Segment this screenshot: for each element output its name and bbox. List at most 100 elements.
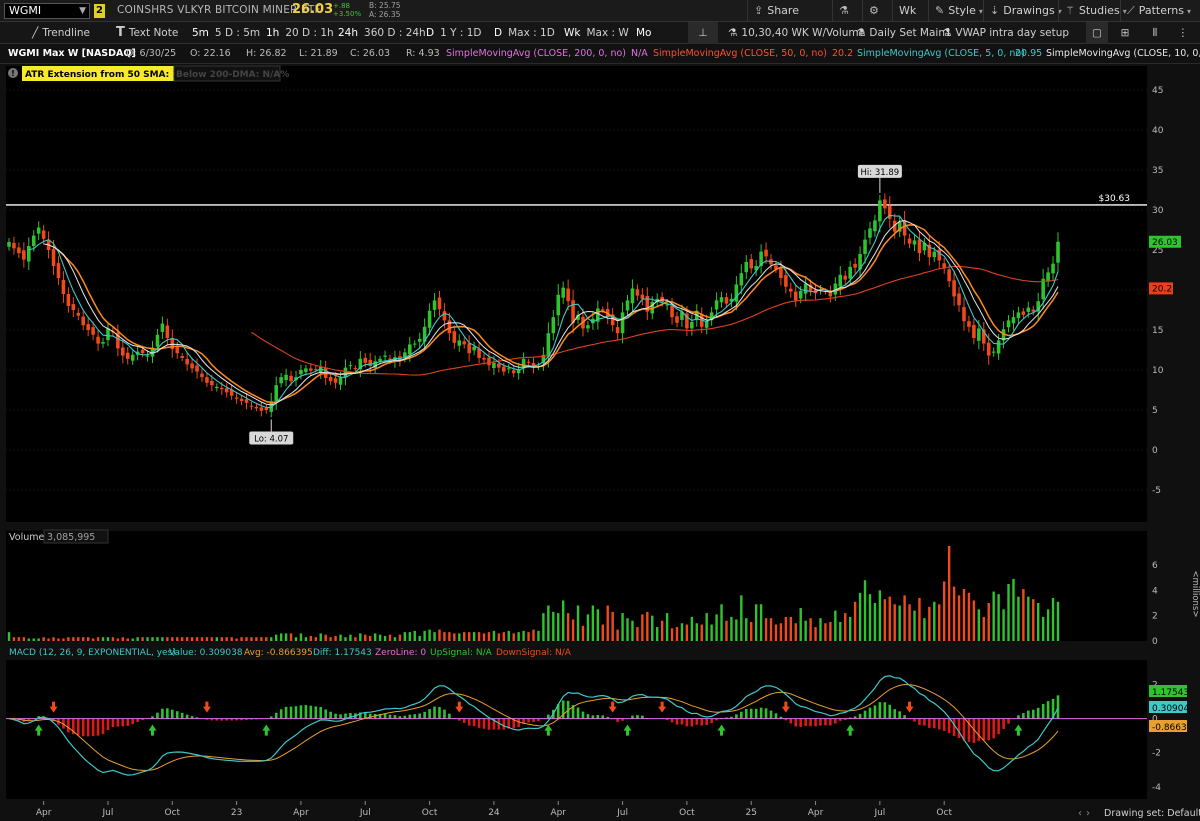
- dollar-button[interactable]: ⊥: [688, 22, 718, 44]
- settings-button[interactable]: ⚙: [862, 0, 889, 22]
- patterns-button[interactable]: ⟋ Patterns ▾: [1120, 0, 1197, 22]
- macd-hist-bar: [814, 718, 817, 727]
- aggregation-button[interactable]: Wk: [892, 0, 922, 22]
- macd-hist-bar: [932, 718, 936, 729]
- candle-body: [511, 370, 516, 374]
- candle-body: [328, 377, 333, 382]
- atr-indicator-label: ! ATR Extension from 50 SMA: 1.86 Below …: [8, 65, 289, 82]
- chart-canvas[interactable]: 454035302520151050-5 $30.63 ! ATR Extens…: [0, 64, 1200, 821]
- macd-hist-bar: [799, 718, 802, 727]
- volume-bar: [185, 637, 189, 641]
- volume-bar: [552, 611, 555, 641]
- symbol-input[interactable]: WGMI ▼: [4, 3, 90, 19]
- time-tick-label: 25: [745, 808, 756, 818]
- chevron-down-icon[interactable]: ▼: [79, 4, 86, 18]
- macd-value-tag: 0.30904: [1152, 704, 1189, 714]
- volume-unit: <millions>: [1190, 571, 1200, 618]
- price-tick-label: 40: [1152, 126, 1164, 136]
- macd-title: MACD (12, 26, 9, EXPONENTIAL, yes): [9, 648, 176, 658]
- chart-set-1[interactable]: ⚗ 10,30,40 WK W/Volume: [728, 22, 865, 44]
- candle-body: [487, 357, 491, 366]
- candle-body: [31, 235, 36, 246]
- maximize-button[interactable]: ▢: [1086, 22, 1108, 44]
- volume-bar: [1017, 596, 1020, 641]
- high-bubble-text: Hi: 31.89: [861, 168, 900, 178]
- textnote-button[interactable]: T Text Note: [116, 22, 178, 44]
- trendline-button[interactable]: ╱ Trendline: [32, 22, 90, 44]
- candle-body: [551, 317, 556, 334]
- volume-bar: [774, 624, 778, 641]
- candle-body: [793, 291, 798, 301]
- range-max-1d[interactable]: D Max : 1D: [494, 22, 555, 44]
- volume-bar: [928, 606, 931, 641]
- grid-button[interactable]: ⊞: [1114, 22, 1136, 44]
- range-5d-5m[interactable]: 5m 5 D : 5m: [192, 22, 260, 44]
- chart-set-label: VWAP intra day setup: [955, 27, 1070, 39]
- range-360d-24h[interactable]: 24h 360 D : 24h: [338, 22, 426, 44]
- macd-hist-bar: [329, 711, 332, 719]
- candle-body: [309, 368, 313, 371]
- candle-body: [967, 321, 971, 327]
- symbol-text: WGMI: [9, 4, 42, 17]
- macd-pane[interactable]: [6, 660, 1147, 799]
- link-badge[interactable]: 2: [94, 4, 105, 18]
- range-1y-1d[interactable]: D 1 Y : 1D: [426, 22, 482, 44]
- macd-hist-bar: [789, 718, 793, 724]
- volume-bar: [720, 604, 723, 641]
- volume-bar: [309, 635, 313, 641]
- range-20d-1h[interactable]: 1h 20 D : 1h: [266, 22, 334, 44]
- sma50-label[interactable]: SimpleMovingAvg (CLOSE, 50, 0, no): [653, 48, 827, 59]
- volume-bar: [967, 592, 971, 641]
- macd-hist-bar: [408, 714, 412, 719]
- more-button[interactable]: ⋮: [1172, 22, 1194, 44]
- range-agg: Mo: [636, 27, 652, 39]
- scroll-left-icon[interactable]: ‹: [1078, 808, 1082, 819]
- macd-hist-bar: [868, 707, 872, 719]
- share-button[interactable]: ⇪ Share: [747, 0, 805, 22]
- volume-bar: [57, 638, 60, 641]
- macd-hist-bar: [467, 718, 471, 726]
- sma200-label[interactable]: SimpleMovingAvg (CLOSE, 200, 0, no): [446, 48, 626, 59]
- volume-bar: [942, 581, 946, 641]
- sma5-label[interactable]: SimpleMovingAvg (CLOSE, 5, 0, no): [857, 48, 1025, 59]
- macd-tags: 1.17543 0.30904 -0.8663: [1149, 685, 1189, 733]
- flask-button[interactable]: ⚗: [832, 0, 859, 22]
- candle-body: [962, 307, 966, 322]
- volume-bar: [527, 632, 530, 641]
- volume-bar: [205, 637, 209, 641]
- volume-title: Volume: [9, 532, 44, 543]
- chart-set-2[interactable]: ⚗ Daily Set Main1: [856, 22, 952, 44]
- macd-hist-bar: [339, 714, 342, 719]
- macd-value: Value: 0.309038: [169, 648, 243, 658]
- range-mo[interactable]: Mo: [636, 22, 657, 44]
- price-tick-label: 15: [1152, 326, 1163, 336]
- brush-icon: ✎: [935, 4, 945, 17]
- chart-set-3[interactable]: ⚗ VWAP intra day setup: [942, 22, 1069, 44]
- range-max-w[interactable]: Wk Max : W: [564, 22, 629, 44]
- macd-hist-bar: [1031, 709, 1035, 719]
- macd-hist-bar: [735, 714, 738, 719]
- volume-bar: [898, 605, 901, 641]
- macd-hist-bar: [947, 718, 951, 734]
- columns-button[interactable]: ⫴: [1144, 22, 1166, 44]
- macd-diff-tag: 1.17543: [1152, 688, 1189, 698]
- candle-body: [724, 297, 729, 304]
- volume-bar: [626, 618, 629, 641]
- drawings-button[interactable]: ⇣ Drawings ▾: [983, 0, 1068, 22]
- volume-bar: [730, 616, 733, 641]
- style-button[interactable]: ✎ Style ▾: [928, 0, 989, 22]
- scroll-right-icon[interactable]: ›: [1086, 808, 1090, 819]
- volume-bar: [848, 616, 852, 641]
- volume-bar: [695, 623, 698, 641]
- volume-pane[interactable]: [6, 531, 1147, 641]
- price-tick-label: 0: [1152, 446, 1158, 456]
- volume-bar: [715, 614, 718, 641]
- below200-label-text: Below 200-DMA: N/A%: [176, 70, 289, 80]
- candle-body: [224, 388, 229, 393]
- volume-bar: [908, 604, 911, 641]
- macd-hist-bar: [433, 706, 436, 719]
- macd-hist-bar: [319, 707, 323, 719]
- candle-body: [259, 407, 264, 411]
- atr-label-text: ATR Extension from 50 SMA: 1.86: [25, 70, 195, 80]
- volume-bar: [844, 613, 847, 641]
